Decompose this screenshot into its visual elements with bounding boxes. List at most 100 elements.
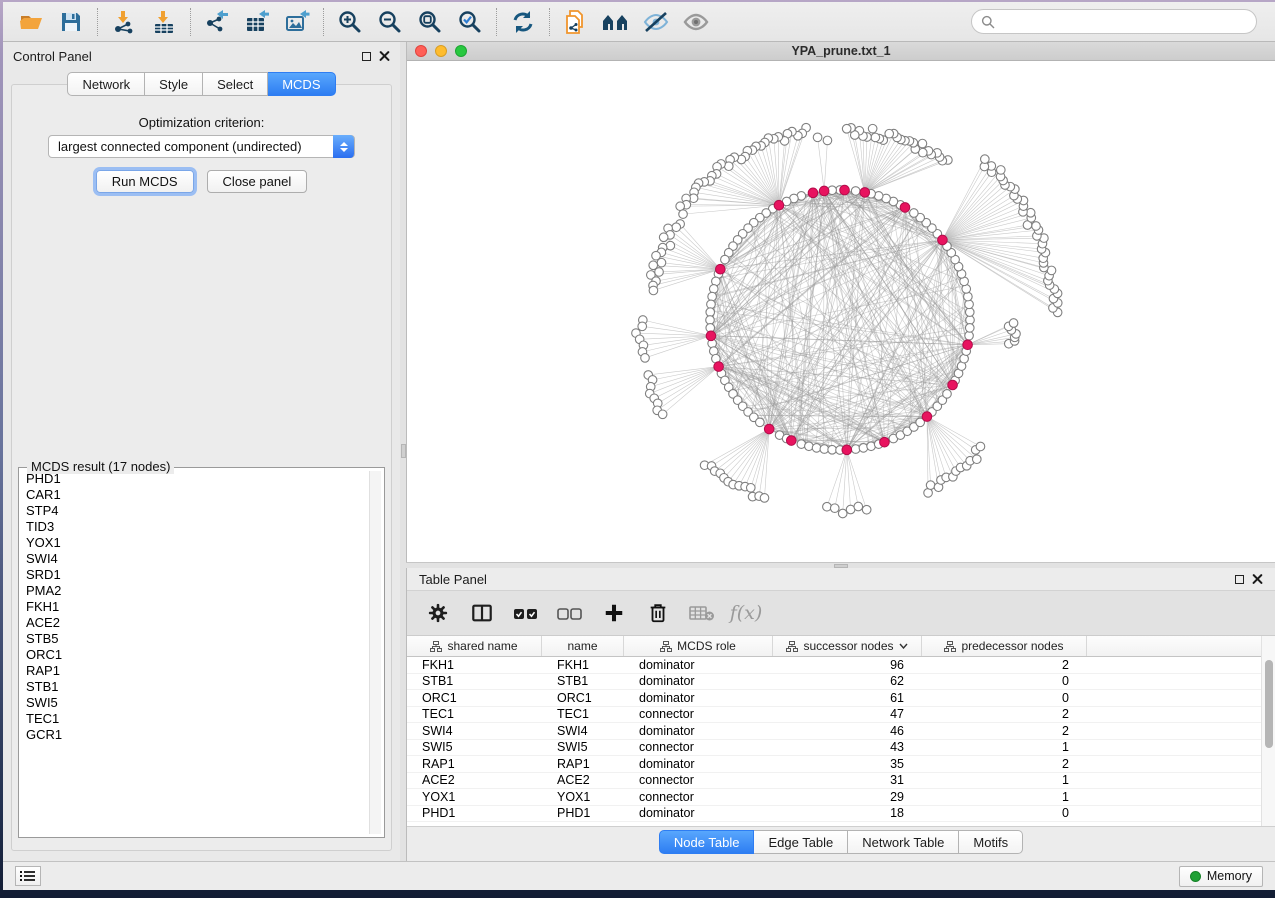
splitter-handle[interactable] — [401, 444, 406, 458]
minimize-window-button[interactable] — [435, 45, 447, 57]
leaf-node[interactable] — [862, 505, 871, 514]
tab-edge-table[interactable]: Edge Table — [754, 830, 848, 854]
mcds-result-item[interactable]: ORC1 — [22, 647, 368, 663]
table-cell[interactable]: STB1 — [407, 674, 542, 690]
dominator-node[interactable] — [922, 412, 932, 422]
table-cell[interactable]: connector — [624, 789, 773, 805]
table-row[interactable]: TEC1TEC1connector472 — [407, 707, 1261, 724]
ring-node[interactable] — [708, 292, 717, 301]
column-header-shared-name[interactable]: shared name — [407, 636, 542, 656]
tab-style[interactable]: Style — [145, 72, 203, 96]
leaf-node[interactable] — [638, 322, 647, 331]
table-cell[interactable]: 2 — [922, 707, 1087, 723]
split-columns-button[interactable] — [465, 596, 499, 630]
table-row[interactable]: FKH1FKH1dominator962 — [407, 657, 1261, 674]
ring-node[interactable] — [721, 255, 730, 264]
table-cell[interactable]: 18 — [773, 806, 922, 822]
tab-select[interactable]: Select — [203, 72, 268, 96]
table-cell[interactable]: SWI4 — [407, 723, 542, 739]
dominator-node[interactable] — [808, 188, 818, 198]
close-panel-icon[interactable] — [1252, 574, 1263, 585]
table-cell[interactable]: dominator — [624, 756, 773, 772]
export-network-button[interactable] — [197, 5, 237, 39]
table-cell[interactable]: 1 — [922, 773, 1087, 789]
add-row-button[interactable] — [597, 596, 631, 630]
dominator-node[interactable] — [948, 380, 958, 390]
leaf-node[interactable] — [813, 133, 822, 142]
mcds-result-item[interactable]: SWI5 — [22, 695, 368, 711]
ring-node[interactable] — [965, 300, 974, 309]
mcds-result-item[interactable]: SWI4 — [22, 551, 368, 567]
table-cell[interactable]: YOX1 — [542, 789, 624, 805]
leaf-node[interactable] — [838, 509, 847, 518]
table-cell[interactable]: PHD1 — [407, 806, 542, 822]
dominator-node[interactable] — [840, 185, 850, 195]
ring-node[interactable] — [910, 209, 919, 218]
mcds-result-item[interactable]: CAR1 — [22, 487, 368, 503]
table-cell[interactable]: SWI4 — [542, 723, 624, 739]
dominator-node[interactable] — [764, 424, 774, 434]
zoom-out-button[interactable] — [370, 5, 410, 39]
dominator-node[interactable] — [860, 188, 870, 198]
mcds-result-item[interactable]: FKH1 — [22, 599, 368, 615]
ring-node[interactable] — [812, 444, 821, 453]
delete-table-button[interactable] — [685, 596, 719, 630]
network-canvas[interactable] — [407, 61, 1275, 562]
table-cell[interactable]: TEC1 — [542, 707, 624, 723]
ring-node[interactable] — [707, 300, 716, 309]
table-cell[interactable]: ACE2 — [407, 773, 542, 789]
table-cell[interactable]: FKH1 — [542, 657, 624, 673]
table-cell[interactable]: 62 — [773, 674, 922, 690]
leaf-node[interactable] — [926, 481, 935, 490]
table-row[interactable]: SWI4SWI4dominator462 — [407, 723, 1261, 740]
table-cell[interactable]: PHD1 — [542, 806, 624, 822]
run-mcds-button[interactable]: Run MCDS — [96, 170, 194, 193]
table-row[interactable]: RAP1RAP1dominator352 — [407, 756, 1261, 773]
zoom-selected-button[interactable] — [450, 5, 490, 39]
leaf-node[interactable] — [854, 502, 863, 511]
leaf-node[interactable] — [842, 124, 851, 133]
ring-node[interactable] — [805, 442, 814, 451]
table-cell[interactable]: 0 — [922, 806, 1087, 822]
tab-network-table[interactable]: Network Table — [848, 830, 959, 854]
table-cell[interactable]: 96 — [773, 657, 922, 673]
table-cell[interactable]: connector — [624, 773, 773, 789]
table-cell[interactable]: YOX1 — [407, 789, 542, 805]
table-cell[interactable]: STB1 — [542, 674, 624, 690]
mcds-result-item[interactable]: PMA2 — [22, 583, 368, 599]
mcds-result-scrollbar[interactable] — [369, 471, 381, 834]
export-image-button[interactable] — [277, 5, 317, 39]
show-tasks-button[interactable] — [15, 866, 41, 886]
table-cell[interactable]: ORC1 — [542, 690, 624, 706]
ring-node[interactable] — [965, 324, 974, 333]
table-cell[interactable]: 43 — [773, 740, 922, 756]
leaf-node[interactable] — [976, 442, 985, 451]
dominator-node[interactable] — [819, 186, 829, 196]
ring-node[interactable] — [851, 187, 860, 196]
mcds-result-item[interactable]: PHD1 — [22, 471, 368, 487]
leaf-node[interactable] — [657, 258, 666, 267]
leaf-node[interactable] — [1009, 319, 1018, 328]
tab-node-table[interactable]: Node Table — [659, 830, 755, 854]
import-network-button[interactable] — [104, 5, 144, 39]
table-cell[interactable]: 46 — [773, 723, 922, 739]
column-header-predecessor-nodes[interactable]: predecessor nodes — [922, 636, 1087, 656]
table-cell[interactable]: 61 — [773, 690, 922, 706]
leaf-node[interactable] — [676, 202, 685, 211]
table-cell[interactable]: 0 — [922, 674, 1087, 690]
ring-node[interactable] — [709, 285, 718, 294]
ring-node[interactable] — [820, 445, 829, 454]
open-file-button[interactable] — [11, 5, 51, 39]
table-row[interactable]: ORC1ORC1dominator610 — [407, 690, 1261, 707]
clone-network-button[interactable] — [556, 5, 596, 39]
horizontal-splitter[interactable] — [406, 562, 1275, 568]
leaf-node[interactable] — [649, 286, 658, 295]
table-cell[interactable]: 2 — [922, 723, 1087, 739]
column-header-mcds-role[interactable]: MCDS role — [624, 636, 773, 656]
ring-node[interactable] — [943, 390, 952, 399]
table-cell[interactable]: 2 — [922, 756, 1087, 772]
criterion-select[interactable]: largest connected component (undirected) — [48, 135, 355, 158]
close-panel-icon[interactable] — [379, 51, 390, 62]
table-cell[interactable]: dominator — [624, 806, 773, 822]
float-panel-icon[interactable] — [362, 52, 371, 61]
